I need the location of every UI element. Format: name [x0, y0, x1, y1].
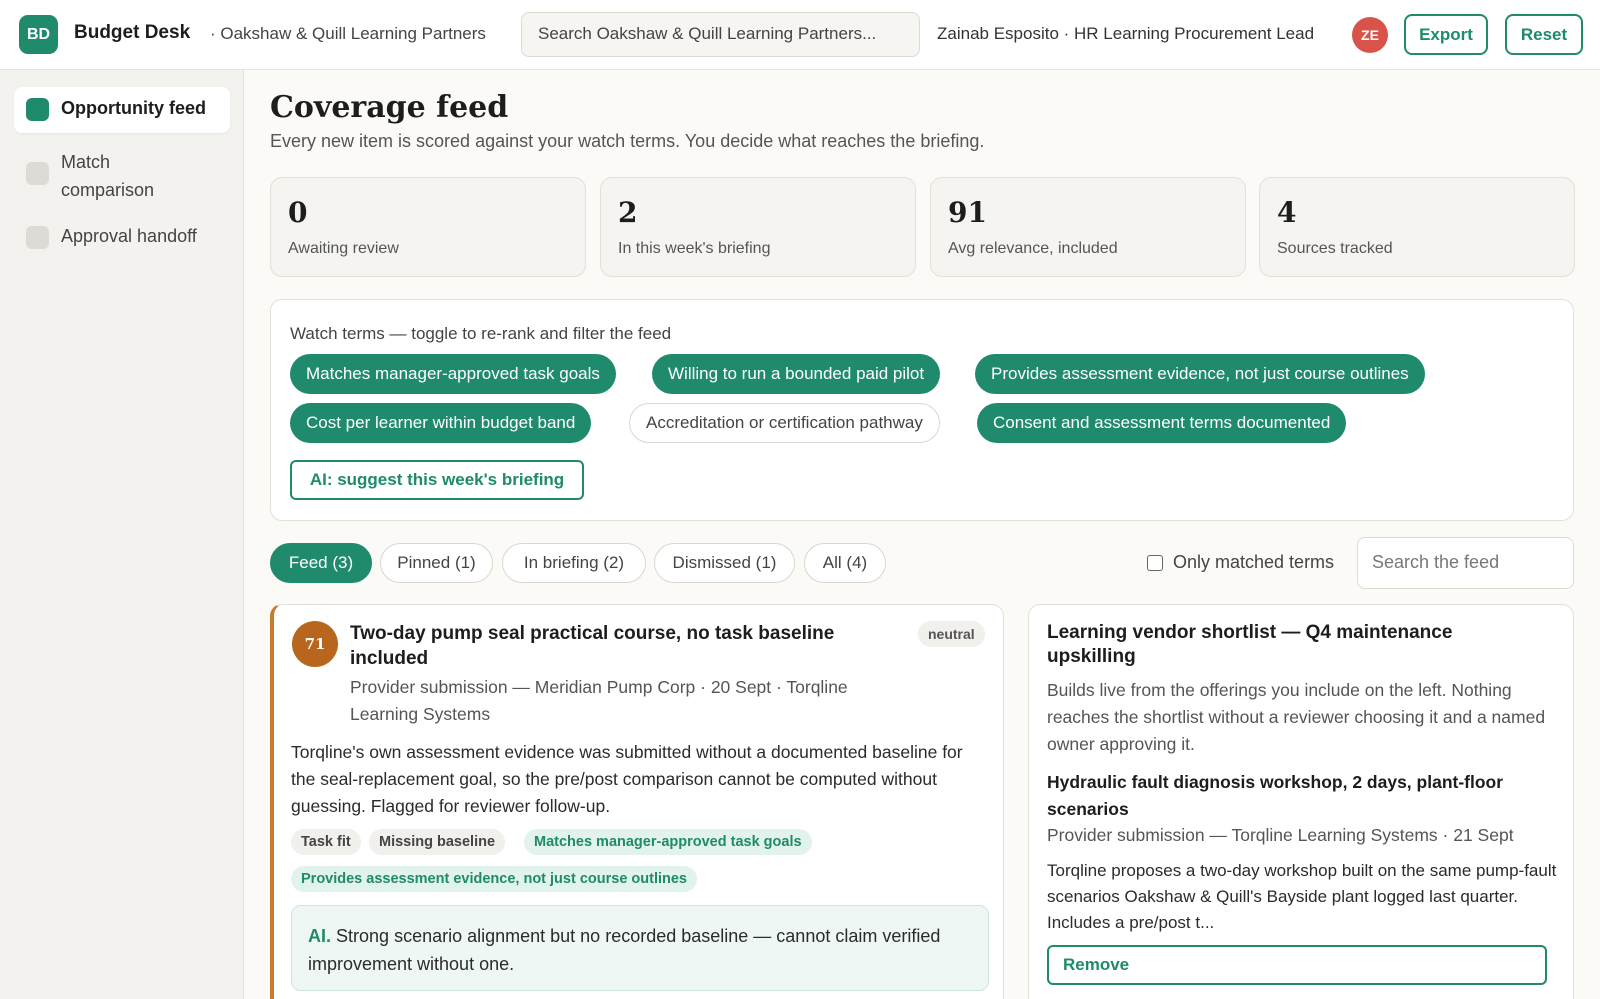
app-name: Budget Desk — [74, 22, 191, 43]
stat-label: In this week's briefing — [618, 240, 771, 257]
export-button[interactable]: Export — [1404, 14, 1488, 55]
watch-term-chip[interactable]: Provides assessment evidence, not just c… — [975, 354, 1425, 394]
stat-card-awaiting-review: 0 Awaiting review — [270, 177, 586, 277]
shortlist-title: Learning vendor shortlist — Q4 maintenan… — [1047, 622, 1453, 667]
user-label: Zainab Esposito · HR Learning Procuremen… — [937, 24, 1315, 43]
tab-dismissed[interactable]: Dismissed (1) — [654, 543, 795, 583]
sidebar-item-opportunity-feed[interactable]: Opportunity feed — [14, 87, 230, 133]
remove-button[interactable]: Remove — [1047, 945, 1547, 985]
nav-square-icon — [26, 226, 49, 249]
global-search-input[interactable]: Search Oakshaw & Quill Learning Partners… — [521, 12, 920, 57]
shortlist-item-title[interactable]: Hydraulic fault diagnosis workshop, 2 da… — [1047, 769, 1547, 823]
watch-terms-panel: Watch terms — toggle to re-rank and filt… — [270, 299, 1574, 521]
shortlist-item-meta: Provider submission — Torqline Learning … — [1047, 825, 1514, 845]
watch-terms-heading: Watch terms — toggle to re-rank and filt… — [290, 324, 672, 343]
tab-in-briefing[interactable]: In briefing (2) — [502, 543, 646, 583]
organization-name: · Oakshaw & Quill Learning Partners — [210, 24, 486, 43]
avatar[interactable]: ZE — [1352, 17, 1388, 53]
feed-item-body: Torqline's own assessment evidence was s… — [291, 742, 963, 816]
stat-card-avg-relevance: 91 Avg relevance, included — [930, 177, 1246, 277]
stat-value: 2 — [618, 196, 638, 229]
reset-button[interactable]: Reset — [1505, 14, 1583, 55]
app-logo[interactable]: BD — [19, 15, 58, 54]
tab-feed[interactable]: Feed (3) — [270, 543, 372, 583]
nav-square-icon — [26, 162, 49, 185]
watch-term-chip[interactable]: Willing to run a bounded paid pilot — [652, 354, 941, 394]
stat-value: 0 — [288, 196, 308, 229]
stat-label: Avg relevance, included — [948, 240, 1118, 257]
stat-label: Awaiting review — [288, 240, 399, 257]
stat-label: Sources tracked — [1277, 240, 1393, 257]
feed-item-title[interactable]: Two-day pump seal practical course, no t… — [350, 621, 890, 671]
only-matched-checkbox[interactable] — [1147, 554, 1163, 571]
shortlist-item-body: Torqline proposes a two-day workshop bui… — [1047, 861, 1557, 932]
sentiment-badge: neutral — [918, 621, 985, 647]
only-matched-toggle[interactable]: Only matched terms — [1147, 552, 1334, 573]
feed-search-input[interactable]: Search the feed — [1357, 537, 1574, 589]
ai-label: AI. — [308, 926, 332, 946]
sidebar-item-label: Approval handoff — [61, 226, 197, 246]
watch-term-chip[interactable]: Consent and assessment terms documented — [977, 403, 1347, 443]
feed-item-meta: Provider submission — Meridian Pump Corp… — [350, 677, 848, 724]
sidebar: Opportunity feed Match comparison Approv… — [0, 70, 244, 999]
watch-term-chip[interactable]: Accreditation or certification pathway — [629, 403, 940, 443]
feed-item-card[interactable]: 71 Two-day pump seal practical course, n… — [270, 604, 1004, 999]
sidebar-item-label: Opportunity feed — [61, 98, 206, 118]
page-title: Coverage feed — [270, 90, 509, 125]
ai-assessment-note: AI. Strong scenario alignment but no rec… — [291, 905, 989, 991]
watch-term-chip[interactable]: Cost per learner within budget band — [290, 403, 592, 443]
tab-all[interactable]: All (4) — [804, 543, 886, 583]
feed-item-tag: Missing baseline — [369, 829, 506, 855]
shortlist-description: Builds live from the offerings you inclu… — [1047, 680, 1546, 754]
nav-square-icon — [26, 98, 49, 121]
feed-item-tag: Task fit — [291, 829, 361, 855]
relevance-score-badge: 71 — [292, 621, 338, 667]
stat-card-sources-tracked: 4 Sources tracked — [1259, 177, 1575, 277]
stat-value: 91 — [948, 196, 987, 229]
vendor-shortlist-panel: Learning vendor shortlist — Q4 maintenan… — [1028, 604, 1574, 999]
stat-value: 4 — [1277, 196, 1297, 229]
sidebar-item-match-comparison[interactable]: Match comparison — [14, 148, 230, 206]
ai-suggest-briefing-button[interactable]: AI: suggest this week's briefing — [290, 460, 584, 500]
only-matched-label: Only matched terms — [1173, 552, 1335, 572]
stat-card-in-briefing: 2 In this week's briefing — [600, 177, 916, 277]
feed-item-tag: Matches manager-approved task goals — [524, 829, 812, 855]
ai-note-text: Strong scenario alignment but no recorde… — [308, 926, 941, 974]
sidebar-item-label: Match comparison — [61, 152, 155, 200]
feed-item-tag: Provides assessment evidence, not just c… — [291, 866, 697, 892]
top-bar: BD Budget Desk · Oakshaw & Quill Learnin… — [0, 0, 1600, 70]
watch-term-chip[interactable]: Matches manager-approved task goals — [290, 354, 616, 394]
page-subtitle: Every new item is scored against your wa… — [270, 131, 985, 151]
tab-pinned[interactable]: Pinned (1) — [380, 543, 493, 583]
sidebar-item-approval-handoff[interactable]: Approval handoff — [14, 221, 230, 261]
